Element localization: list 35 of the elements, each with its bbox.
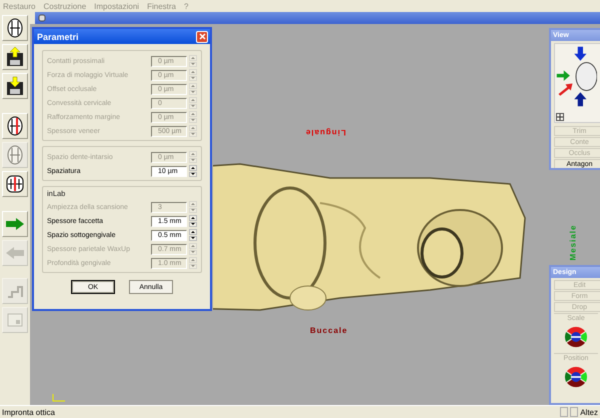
- arrow-right-icon: [6, 218, 24, 230]
- tooth-icon: [7, 145, 23, 165]
- toolbar-button[interactable]: [2, 44, 28, 70]
- menu-item[interactable]: Finestra: [147, 2, 176, 10]
- app-icon: [38, 14, 46, 22]
- menu-item[interactable]: Restauro: [3, 2, 36, 10]
- window-icon: [7, 313, 23, 327]
- tooth-face-icon: [5, 174, 25, 194]
- floppy-disk-icon: [6, 47, 24, 67]
- orientation-label: Mesiale: [568, 224, 578, 260]
- orientation-label: Buccale: [310, 326, 348, 335]
- menu-item[interactable]: ?: [184, 2, 188, 10]
- menu-item[interactable]: Costruzione: [43, 2, 86, 10]
- spinner-control[interactable]: [189, 229, 197, 241]
- tool-icon: [7, 283, 23, 299]
- plus-icon: [557, 114, 563, 120]
- orientation-label: Linguale: [305, 128, 346, 137]
- tooth-icon: [7, 116, 23, 136]
- expand-button[interactable]: [556, 113, 564, 121]
- tooth-icon: [7, 18, 23, 38]
- spinner-control[interactable]: [189, 165, 197, 177]
- toolbar-button[interactable]: [2, 171, 28, 197]
- toolbar-button[interactable]: [2, 15, 28, 41]
- floppy-disk-icon: [6, 76, 24, 96]
- menu-item[interactable]: Impostazioni: [94, 2, 140, 10]
- spinner-control[interactable]: [189, 215, 197, 227]
- toolbar-button[interactable]: [2, 73, 28, 99]
- status-text: Altez: [580, 408, 598, 416]
- status-text: Impronta ottica: [2, 408, 55, 416]
- toolbar-button[interactable]: [2, 113, 28, 139]
- close-button[interactable]: [196, 30, 208, 42]
- close-icon: [198, 33, 206, 40]
- arrow-left-icon: [6, 247, 24, 259]
- dialog-title: Parametri: [37, 32, 79, 42]
- axis-icon: [52, 394, 66, 402]
